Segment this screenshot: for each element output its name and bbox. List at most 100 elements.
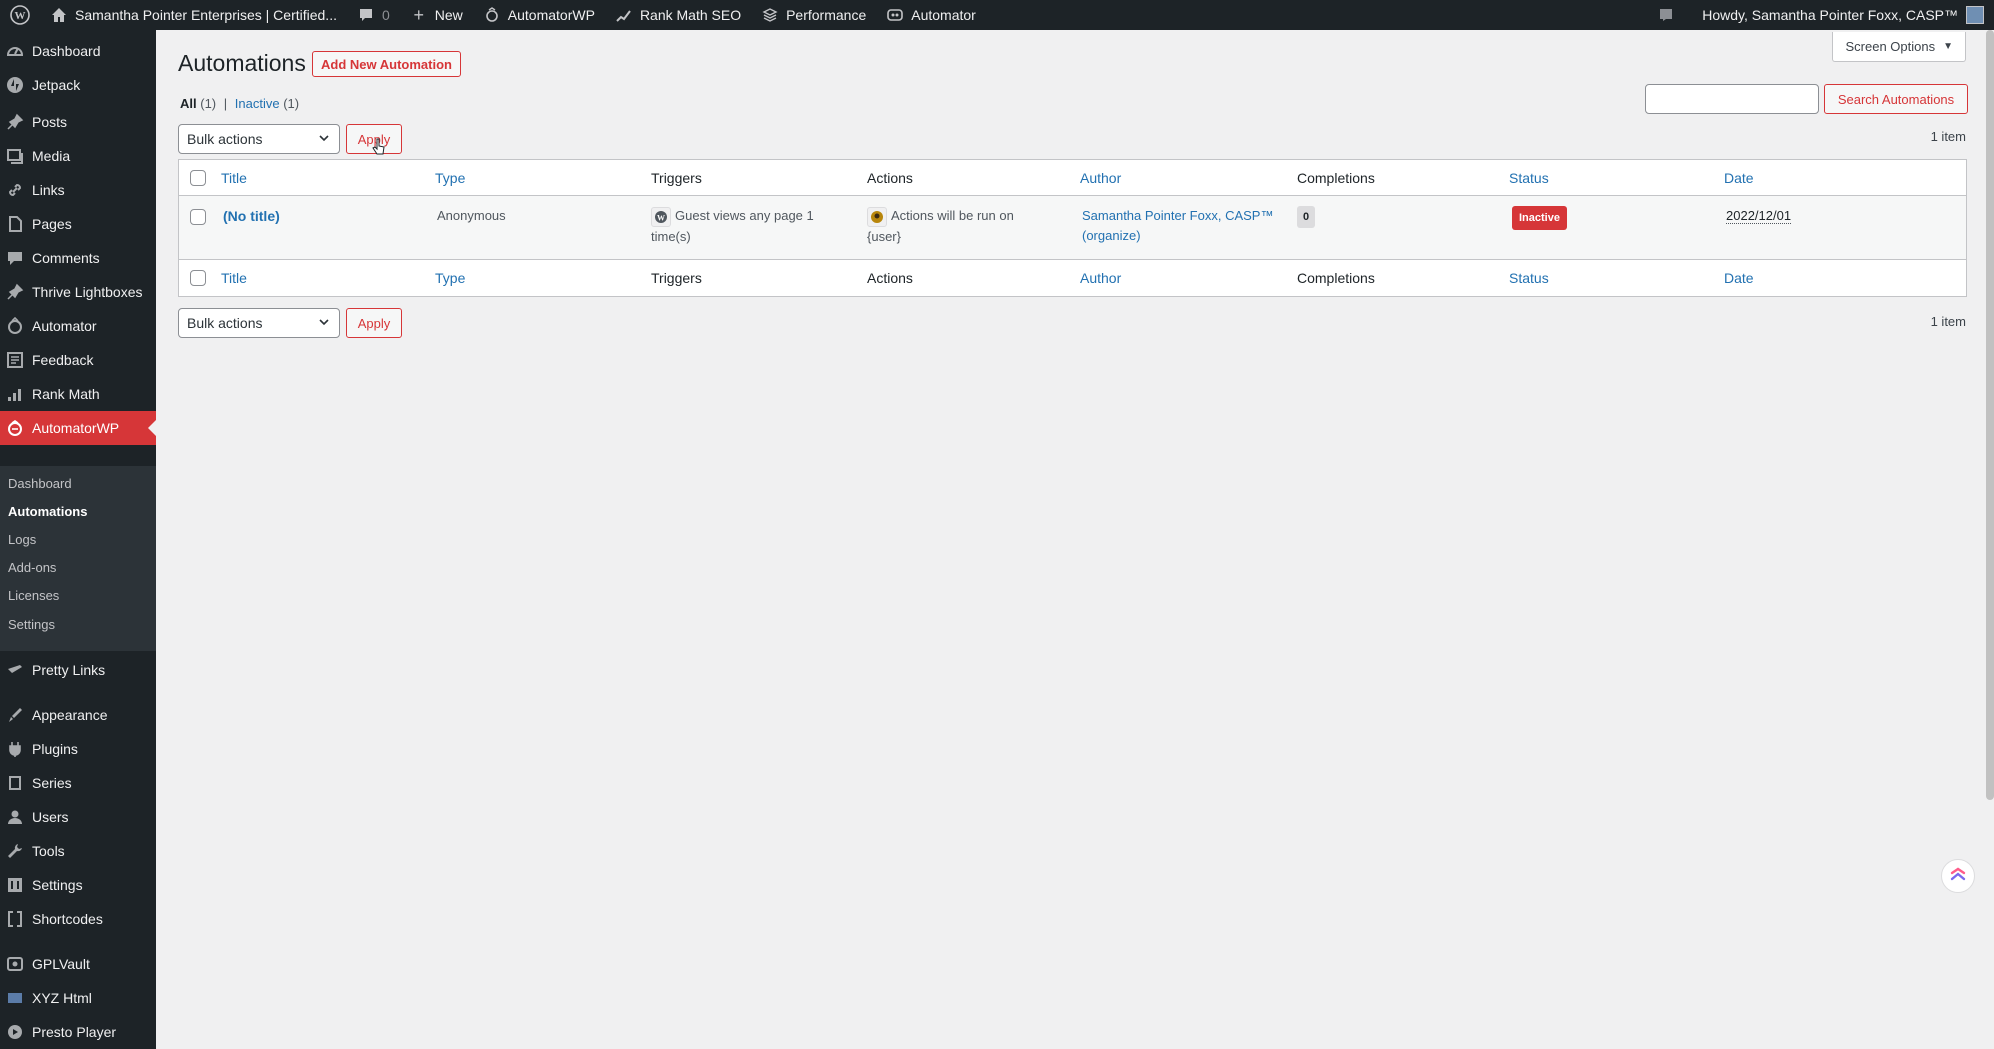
search-automations-button[interactable]: Search Automations [1824,84,1968,114]
sidebar-item-series[interactable]: Series [0,766,156,800]
screen-options-button[interactable]: Screen Options ▼ [1832,32,1966,62]
sidebar-item-label: Tools [32,843,65,859]
sidebar-item-appearance[interactable]: Appearance [0,698,156,732]
notification-link[interactable] [1647,0,1692,30]
filter-inactive-count: (1) [283,96,300,111]
sidebar-item-automator[interactable]: Automator [0,309,156,343]
select-all-footer-checkbox[interactable] [190,269,206,286]
sidebar-item-label: Jetpack [32,77,81,93]
sidebar-item-users[interactable]: Users [0,800,156,834]
wordpress-trigger-icon: W [651,206,671,227]
sidebar-item-comments[interactable]: Comments [0,241,156,275]
sidebar-item-label: Posts [32,114,68,130]
submenu-item-licenses[interactable]: Licenses [8,588,59,603]
sidebar-item-label: Series [32,775,72,791]
sidebar-item-shortcodes[interactable]: Shortcodes [0,902,156,936]
sidebar-item-posts[interactable]: Posts [0,105,156,139]
automator-label: Automator [911,7,976,23]
footer-column-type[interactable]: Type [435,260,465,295]
column-author[interactable]: Author [1080,160,1121,195]
footer-column-title[interactable]: Title [221,260,247,295]
sidebar-item-pages[interactable]: Pages [0,207,156,241]
automator-link[interactable]: Automator [876,0,986,30]
submenu-item-automations[interactable]: Automations [8,504,87,519]
apply-button-bottom[interactable]: Apply [346,308,402,338]
footer-column-status[interactable]: Status [1509,260,1549,295]
add-new-automation-button[interactable]: Add New Automation [312,51,461,77]
filter-all[interactable]: All (1) [180,96,216,111]
bracket-icon [5,909,25,929]
wordpress-logo[interactable]: W [0,0,40,30]
sidebar-item-feedback[interactable]: Feedback [0,343,156,377]
select-all-checkbox[interactable] [190,169,206,186]
sidebar-item-label: Users [32,809,69,825]
row-title-link[interactable]: (No title) [223,208,280,224]
sidebar-item-xyz-html[interactable]: XYZ Html [0,981,156,1015]
chevron-down-icon [317,315,331,332]
clickup-icon[interactable] [1941,859,1975,893]
robot-icon [5,316,25,336]
sidebar-item-automatorwp[interactable]: AutomatorWP [0,411,156,445]
row-author-cell: Samantha Pointer Foxx, CASP™ (organize) [1082,196,1292,259]
submenu-item-logs[interactable]: Logs [8,532,36,547]
row-checkbox[interactable] [190,209,206,225]
automations-table: Title Type Triggers Actions Author Compl… [178,159,1967,297]
bulk-actions-value: Bulk actions [187,131,263,147]
sidebar-item-label: Thrive Lightboxes [32,284,143,300]
performance-link[interactable]: Performance [751,0,876,30]
sidebar-item-jetpack[interactable]: Jetpack [0,68,156,102]
sidebar-item-thrive-lightboxes[interactable]: Thrive Lightboxes [0,275,156,309]
automatorwp-link[interactable]: AutomatorWP [473,0,605,30]
scrollbar[interactable] [1986,30,1994,800]
row-author-link[interactable]: Samantha Pointer Foxx, CASP™ (organize) [1082,208,1273,243]
rankmath-link[interactable]: Rank Math SEO [605,0,751,30]
footer-column-triggers: Triggers [651,269,702,286]
item-count-bottom: 1 item [1930,314,1966,329]
admin-menu: Dashboard Jetpack Posts Media Links Pages Comm… [0,30,156,1049]
filter-all-label: All [180,96,197,111]
screen-options-label: Screen Options [1845,39,1936,54]
submenu-item-add-ons[interactable]: Add-ons [8,560,56,575]
search-input[interactable] [1645,84,1819,114]
sidebar-item-tools[interactable]: Tools [0,834,156,868]
new-content-link[interactable]: + New [400,0,473,30]
bulk-actions-select-top[interactable]: Bulk actions [178,124,340,154]
robot-icon [886,6,904,24]
submenu-item-settings[interactable]: Settings [8,617,55,632]
sidebar-item-gplvault[interactable]: GPLVault [0,947,156,981]
bulk-actions-select-bottom[interactable]: Bulk actions [178,308,340,338]
column-status[interactable]: Status [1509,160,1549,195]
sidebar-item-pretty-links[interactable]: Pretty Links [0,653,156,687]
filter-inactive[interactable]: Inactive (1) [235,96,299,111]
sidebar-item-presto-player[interactable]: Presto Player [0,1015,156,1049]
footer-column-date[interactable]: Date [1724,260,1754,295]
svg-text:W: W [15,10,26,22]
link-icon [5,180,25,200]
sidebar-item-settings[interactable]: Settings [0,868,156,902]
comments-link[interactable]: 0 [347,0,400,30]
column-title[interactable]: Title [221,160,247,195]
site-name: Samantha Pointer Enterprises | Certified… [75,7,337,23]
footer-column-author[interactable]: Author [1080,260,1121,295]
comment-icon [5,248,25,268]
sidebar-item-links[interactable]: Links [0,173,156,207]
settings-icon [5,875,25,895]
caret-down-icon: ▼ [1943,41,1953,52]
sidebar-item-dashboard[interactable]: Dashboard [0,34,156,68]
site-name-link[interactable]: Samantha Pointer Enterprises | Certified… [40,0,347,30]
column-actions: Actions [867,169,913,186]
column-type[interactable]: Type [435,160,465,195]
sidebar-item-plugins[interactable]: Plugins [0,732,156,766]
chart-icon [5,384,25,404]
row-trigger-text: Guest views any page 1 time(s) [651,208,814,244]
column-completions: Completions [1297,169,1375,186]
row-completions-cell: 0 [1297,196,1316,259]
sidebar-item-rank-math[interactable]: Rank Math [0,377,156,411]
filter-inactive-label: Inactive [234,96,280,111]
status-badge: Inactive [1512,206,1567,230]
column-date[interactable]: Date [1724,160,1754,195]
sidebar-item-label: GPLVault [32,956,90,972]
sidebar-item-media[interactable]: Media [0,139,156,173]
my-account-link[interactable]: Howdy, Samantha Pointer Foxx, CASP™ [1692,0,1994,30]
submenu-item-dashboard[interactable]: Dashboard [8,476,72,491]
